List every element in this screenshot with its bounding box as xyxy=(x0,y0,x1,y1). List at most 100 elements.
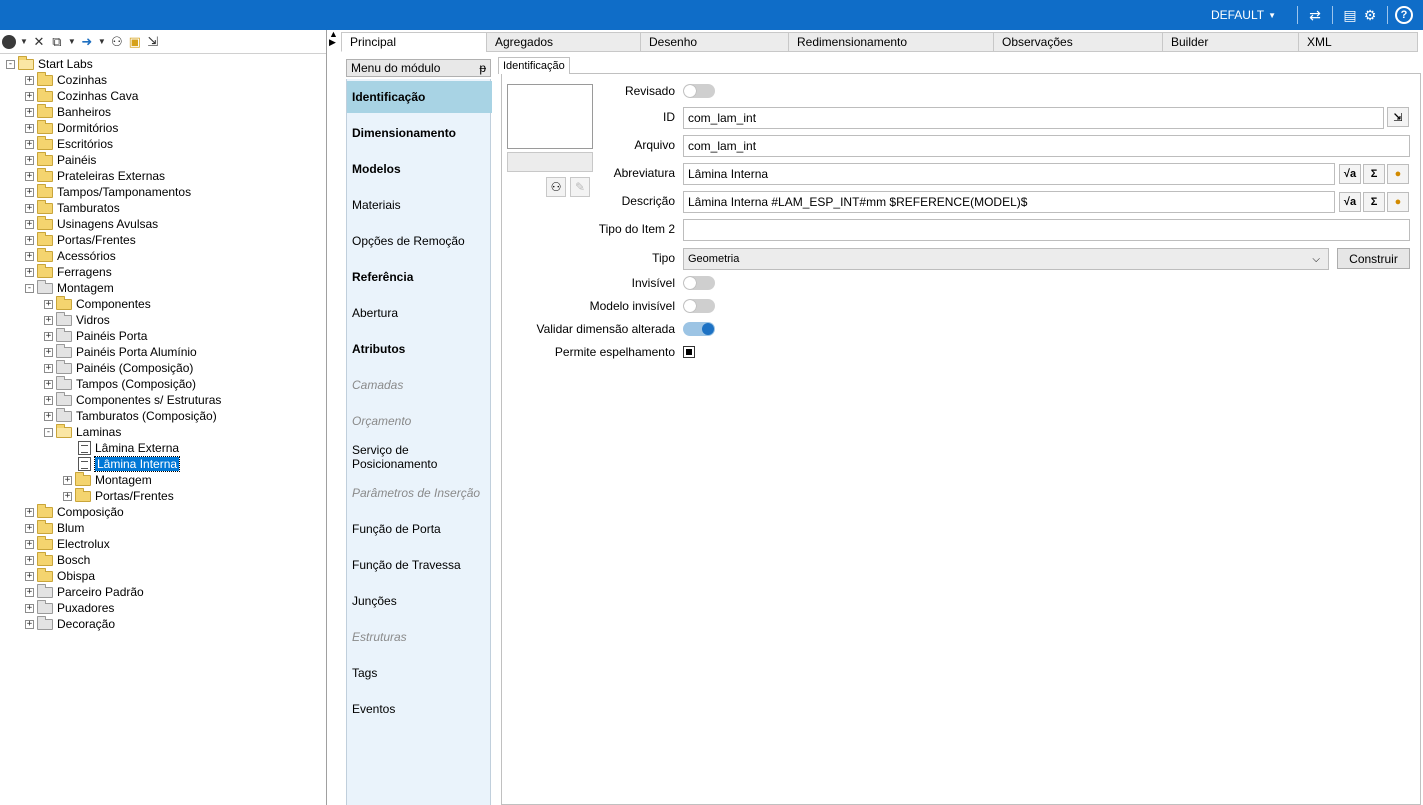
profile-dropdown[interactable]: DEFAULT ▼ xyxy=(1211,8,1276,22)
expand-icon[interactable]: + xyxy=(25,603,34,613)
expand-icon[interactable]: + xyxy=(44,331,53,341)
tree-node[interactable]: + Painéis (Composição) xyxy=(44,359,193,376)
tree-node[interactable]: + Composição xyxy=(25,503,124,520)
settings-icon[interactable]: ⚙ xyxy=(1360,5,1380,25)
module-menu-item[interactable]: Materiais xyxy=(347,189,492,221)
tree-link-icon[interactable]: ⇲ xyxy=(1387,107,1409,127)
tree-node[interactable]: + Cozinhas xyxy=(25,71,107,88)
validar-toggle[interactable] xyxy=(683,322,715,336)
tree-node[interactable]: + Cozinhas Cava xyxy=(25,87,138,104)
tree-node[interactable]: + Portas/Frentes xyxy=(25,231,136,248)
expand-icon[interactable]: + xyxy=(25,75,34,85)
tree-node[interactable]: + Portas/Frentes xyxy=(63,487,174,504)
globe-icon[interactable] xyxy=(2,34,16,49)
expand-icon[interactable]: + xyxy=(63,491,72,501)
chevron-down-icon[interactable]: ▼ xyxy=(98,33,106,51)
tree-node[interactable]: + Dormitórios xyxy=(25,119,118,136)
expand-icon[interactable]: + xyxy=(44,363,53,373)
abreviatura-field[interactable]: Lâmina Interna xyxy=(683,163,1335,185)
descricao-field[interactable]: Lâmina Interna #LAM_ESP_INT#mm $REFERENC… xyxy=(683,191,1335,213)
tree-node[interactable]: + Obispa xyxy=(25,567,95,584)
formula-icon[interactable]: √a xyxy=(1339,164,1361,184)
expand-icon[interactable]: + xyxy=(44,411,53,421)
tree-node[interactable]: + Acessórios xyxy=(25,247,116,264)
expand-icon[interactable]: + xyxy=(25,539,34,549)
expand-icon[interactable]: + xyxy=(25,123,34,133)
tree-node[interactable]: + Painéis Porta Alumínio xyxy=(44,343,197,360)
expand-icon[interactable]: + xyxy=(25,555,34,565)
translate-icon[interactable]: ● xyxy=(1387,192,1409,212)
expand-icon[interactable]: + xyxy=(25,171,34,181)
tree-node[interactable]: + Prateleiras Externas xyxy=(25,167,165,184)
tree-node[interactable]: + Escritórios xyxy=(25,135,113,152)
tree-node[interactable]: + Ferragens xyxy=(25,263,112,280)
tab-builder[interactable]: Builder xyxy=(1162,32,1299,52)
tab-redimensionamento[interactable]: Redimensionamento xyxy=(788,32,994,52)
tree-node[interactable]: + Parceiro Padrão xyxy=(25,583,144,600)
module-menu-item[interactable]: Opções de Remoção xyxy=(347,225,492,257)
expand-icon[interactable]: + xyxy=(25,619,34,629)
expand-icon[interactable]: + xyxy=(63,475,72,485)
module-menu-item[interactable]: Abertura xyxy=(347,297,492,329)
tree-node[interactable]: + Componentes xyxy=(44,295,151,312)
expand-icon[interactable]: + xyxy=(25,187,34,197)
module-menu-item[interactable]: Função de Porta xyxy=(347,513,492,545)
tree-link-icon[interactable]: ⇲ xyxy=(146,33,160,51)
expand-icon[interactable]: + xyxy=(44,395,53,405)
expand-icon[interactable]: + xyxy=(44,347,53,357)
tree-node[interactable]: + Tampos/Tamponamentos xyxy=(25,183,191,200)
id-field[interactable]: com_lam_int xyxy=(683,107,1384,129)
expand-icon[interactable]: + xyxy=(25,507,34,517)
formula-icon[interactable]: √a xyxy=(1339,192,1361,212)
arquivo-field[interactable]: com_lam_int xyxy=(683,135,1410,157)
tree-node[interactable]: + Electrolux xyxy=(25,535,110,552)
expand-icon[interactable]: + xyxy=(25,203,34,213)
tree-node[interactable]: + Painéis Porta xyxy=(44,327,147,344)
down-arrow-icon[interactable]: ➜ xyxy=(80,33,94,51)
layout-icon[interactable]: ▤ xyxy=(1340,5,1360,25)
expand-icon[interactable]: + xyxy=(25,587,34,597)
tab-observações[interactable]: Observações xyxy=(993,32,1163,52)
tree-node[interactable]: - Start Labs xyxy=(6,55,93,72)
modelo-invisivel-toggle[interactable] xyxy=(683,299,715,313)
pin-icon[interactable]: ᵽ xyxy=(479,61,486,75)
module-menu-item[interactable]: Tags xyxy=(347,657,492,689)
module-menu-item[interactable]: Atributos xyxy=(347,333,492,365)
collapse-icon[interactable]: - xyxy=(6,59,15,69)
translate-icon[interactable]: ● xyxy=(1387,164,1409,184)
tab-desenho[interactable]: Desenho xyxy=(640,32,789,52)
expand-icon[interactable]: + xyxy=(44,379,53,389)
espelhamento-checkbox[interactable] xyxy=(683,346,695,358)
binoculars-icon[interactable]: ⚇ xyxy=(110,33,124,51)
expand-icon[interactable]: + xyxy=(44,315,53,325)
tab-agregados[interactable]: Agregados xyxy=(486,32,641,52)
tab-xml[interactable]: XML xyxy=(1298,32,1418,52)
module-menu-item[interactable]: Junções xyxy=(347,585,492,617)
chevron-down-icon[interactable]: ▼ xyxy=(68,33,76,51)
tab-identificacao[interactable]: Identificação xyxy=(498,57,570,74)
close-icon[interactable]: ✕ xyxy=(32,33,46,51)
expand-icon[interactable]: + xyxy=(25,91,34,101)
construir-button[interactable]: Construir xyxy=(1337,248,1410,269)
module-menu-item[interactable]: Referência xyxy=(347,261,492,293)
folder-refresh-icon[interactable]: ▣ xyxy=(128,33,142,51)
tree-node[interactable]: + Montagem xyxy=(63,471,152,488)
revisado-toggle[interactable] xyxy=(683,84,715,98)
module-menu-item[interactable]: Modelos xyxy=(347,153,492,185)
expand-icon[interactable]: + xyxy=(25,155,34,165)
tree-node[interactable]: Lâmina Externa xyxy=(76,440,179,456)
tree-node[interactable]: + Blum xyxy=(25,519,84,536)
collapse-icon[interactable]: - xyxy=(25,283,34,293)
module-menu-item[interactable]: Identificação xyxy=(347,81,492,113)
expand-icon[interactable]: + xyxy=(25,235,34,245)
tree-node[interactable]: - Montagem xyxy=(25,279,114,296)
tree-node[interactable]: + Vidros xyxy=(44,311,110,328)
sync-icon[interactable]: ⇄ xyxy=(1305,5,1325,25)
tree-node[interactable]: + Tamburatos (Composição) xyxy=(44,407,217,424)
tree-node[interactable]: Lâmina Interna xyxy=(76,456,181,472)
tipo-select[interactable]: Geometria ⌵ xyxy=(683,248,1329,270)
module-menu-item[interactable]: Serviço de Posicionamento xyxy=(347,441,492,473)
expand-icon[interactable]: + xyxy=(25,523,34,533)
module-menu-item[interactable]: Dimensionamento xyxy=(347,117,492,149)
collapse-panel-icon[interactable]: ▲ ▶ xyxy=(329,30,338,47)
